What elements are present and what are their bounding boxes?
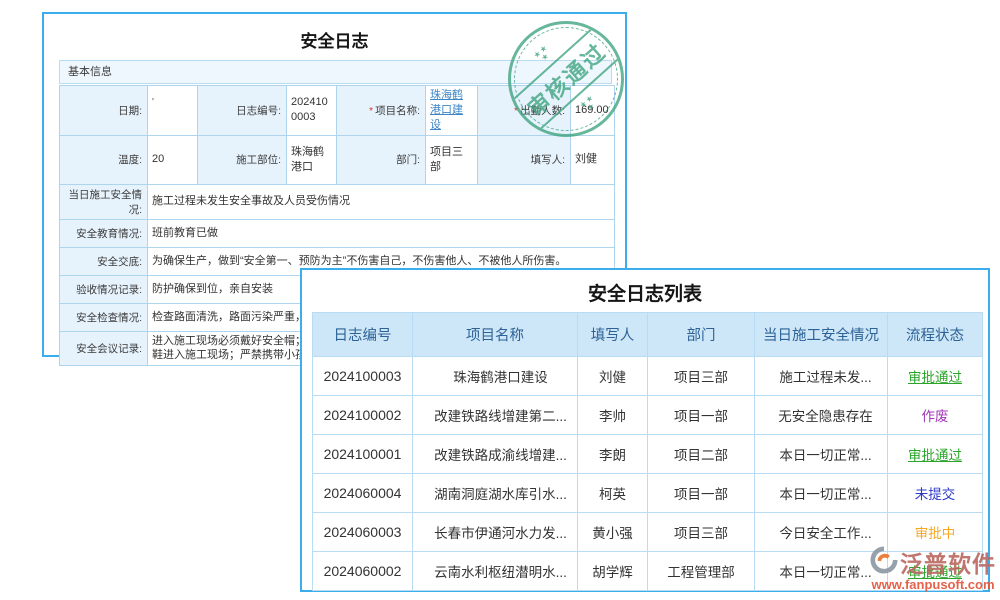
- writer-link[interactable]: 李朗: [578, 435, 648, 474]
- attendance-value: 169.00: [571, 86, 615, 136]
- table-row: 2024100002 改建铁路线增建第二... 李帅 项目一部 无安全隐患存在 …: [313, 396, 983, 435]
- temperature-value: 20: [148, 135, 198, 184]
- required-asterisk: *: [514, 105, 518, 117]
- department-label: 部门:: [337, 135, 426, 184]
- date-label: 日期:: [60, 86, 148, 136]
- acceptance-record-label: 验收情况记录:: [60, 275, 148, 303]
- status-badge[interactable]: 作废: [888, 396, 983, 435]
- log-id-link[interactable]: 2024060003: [313, 513, 413, 552]
- writer-link[interactable]: 胡学辉: [578, 552, 648, 591]
- situation-cell: 无安全隐患存在: [755, 396, 888, 435]
- project-name-link[interactable]: 改建铁路成渝线增建...: [413, 435, 578, 474]
- list-header-row: 日志编号 项目名称 填写人 部门 当日施工安全情况 流程状态: [313, 313, 983, 357]
- situation-cell: 本日一切正常...: [755, 435, 888, 474]
- project-name-link[interactable]: 珠海鹤港口建设: [413, 357, 578, 396]
- log-id-link[interactable]: 2024100002: [313, 396, 413, 435]
- date-field[interactable]: ': [148, 86, 198, 136]
- construction-part-label: 施工部位:: [198, 135, 287, 184]
- status-badge[interactable]: 未提交: [888, 474, 983, 513]
- writer-link[interactable]: 黄小强: [578, 513, 648, 552]
- table-row: 2024060004 湖南洞庭湖水库引水... 柯英 项目一部 本日一切正常..…: [313, 474, 983, 513]
- form-row-safety-situation: 当日施工安全情况: 施工过程未发生安全事故及人员受伤情况: [60, 184, 615, 219]
- form-row-safety-education: 安全教育情况: 班前教育已做: [60, 219, 615, 247]
- form-row-1: 日期: ' 日志编号: 2024100003 *项目名称: 珠海鹤港口建设 *出…: [60, 86, 615, 136]
- writer-link[interactable]: 李帅: [578, 396, 648, 435]
- construction-part-value: 珠海鹤港口: [287, 135, 337, 184]
- department-cell: 项目一部: [648, 474, 755, 513]
- temperature-label: 温度:: [60, 135, 148, 184]
- project-name-link[interactable]: 长春市伊通河水力发...: [413, 513, 578, 552]
- writer-link[interactable]: 刘健: [578, 357, 648, 396]
- situation-cell: 施工过程未发...: [755, 357, 888, 396]
- log-id-link[interactable]: 2024060004: [313, 474, 413, 513]
- project-name-label: *项目名称:: [337, 86, 426, 136]
- safety-education-value: 班前教育已做: [148, 219, 615, 247]
- col-header-project: 项目名称: [413, 313, 578, 357]
- log-id-link[interactable]: 2024100001: [313, 435, 413, 474]
- department-value: 项目三部: [426, 135, 478, 184]
- col-header-log-id: 日志编号: [313, 313, 413, 357]
- col-header-situation: 当日施工安全情况: [755, 313, 888, 357]
- department-cell: 项目三部: [648, 357, 755, 396]
- status-badge[interactable]: 审批通过: [888, 357, 983, 396]
- safety-situation-value: 施工过程未发生安全事故及人员受伤情况: [148, 184, 615, 219]
- section-header-basic-info: 基本信息: [59, 60, 612, 84]
- form-row-2: 温度: 20 施工部位: 珠海鹤港口 部门: 项目三部 填写人: 刘健: [60, 135, 615, 184]
- log-id-link[interactable]: 2024100003: [313, 357, 413, 396]
- table-row: 2024100001 改建铁路成渝线增建... 李朗 项目二部 本日一切正常..…: [313, 435, 983, 474]
- watermark-brand: 泛普软件: [900, 545, 996, 579]
- project-name-link[interactable]: 湖南洞庭湖水库引水...: [413, 474, 578, 513]
- project-name-link[interactable]: 改建铁路线增建第二...: [413, 396, 578, 435]
- situation-cell: 本日一切正常...: [755, 474, 888, 513]
- form-title: 安全日志: [44, 27, 625, 52]
- safety-inspection-label: 安全检查情况:: [60, 303, 148, 331]
- situation-cell: 今日安全工作...: [755, 513, 888, 552]
- situation-cell: 本日一切正常...: [755, 552, 888, 591]
- department-cell: 项目二部: [648, 435, 755, 474]
- safety-meeting-label: 安全会议记录:: [60, 331, 148, 366]
- fanpu-watermark: 泛普软件 www.fanpusoft.com: [870, 545, 996, 592]
- writer-value: 刘健: [571, 135, 615, 184]
- col-header-department: 部门: [648, 313, 755, 357]
- status-badge[interactable]: 审批通过: [888, 435, 983, 474]
- fanpu-logo-icon: [870, 546, 898, 579]
- log-id-link[interactable]: 2024060002: [313, 552, 413, 591]
- writer-label: 填写人:: [478, 135, 571, 184]
- safety-education-label: 安全教育情况:: [60, 219, 148, 247]
- required-asterisk: *: [369, 105, 373, 117]
- department-cell: 项目三部: [648, 513, 755, 552]
- safety-situation-label: 当日施工安全情况:: [60, 184, 148, 219]
- department-cell: 项目一部: [648, 396, 755, 435]
- list-title: 安全日志列表: [302, 279, 988, 306]
- safety-log-list-window: 安全日志列表 日志编号 项目名称 填写人 部门 当日施工安全情况 流程状态 20…: [300, 268, 990, 592]
- attendance-label: *出勤人数:: [478, 86, 571, 136]
- col-header-writer: 填写人: [578, 313, 648, 357]
- log-number-label: 日志编号:: [198, 86, 287, 136]
- col-header-status: 流程状态: [888, 313, 983, 357]
- project-name-cell: 珠海鹤港口建设: [426, 86, 478, 136]
- department-cell: 工程管理部: [648, 552, 755, 591]
- safety-briefing-label: 安全交底:: [60, 247, 148, 275]
- table-row: 2024100003 珠海鹤港口建设 刘健 项目三部 施工过程未发... 审批通…: [313, 357, 983, 396]
- log-number-value: 2024100003: [287, 86, 337, 136]
- writer-link[interactable]: 柯英: [578, 474, 648, 513]
- project-name-link[interactable]: 云南水利枢纽潜明水...: [413, 552, 578, 591]
- project-name-link[interactable]: 珠海鹤港口建设: [430, 89, 463, 131]
- watermark-url: www.fanpusoft.com: [870, 577, 996, 592]
